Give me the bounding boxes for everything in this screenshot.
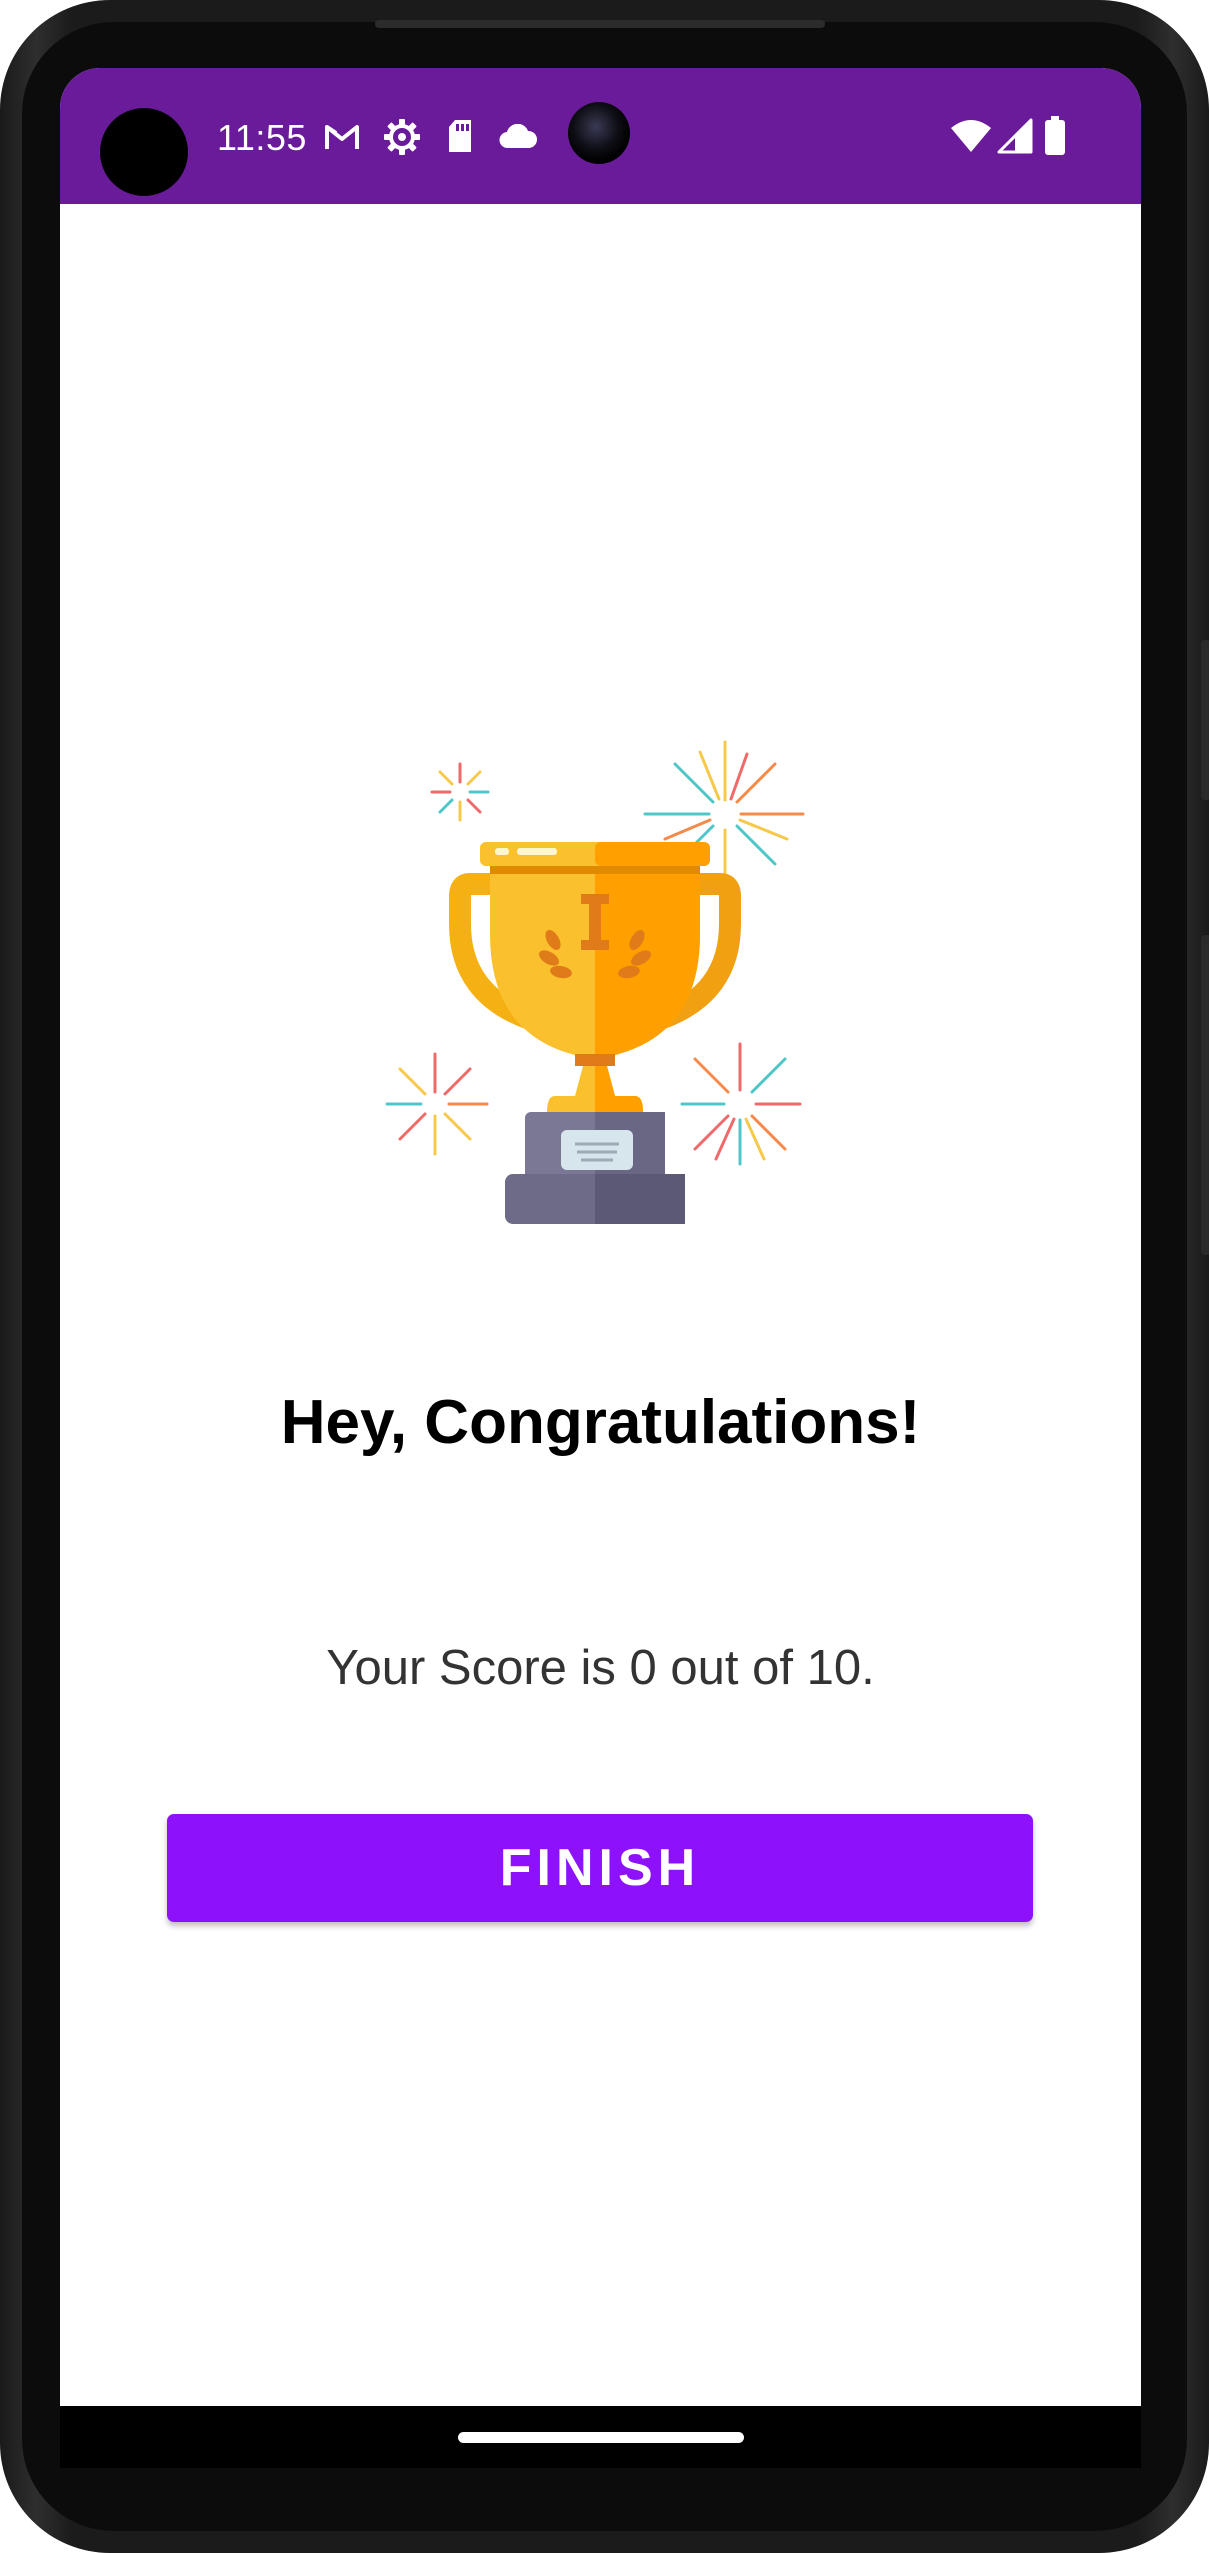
status-bar: 11:55 xyxy=(60,68,1141,204)
fireworks-bottom-left xyxy=(385,1052,489,1156)
fireworks-top-left xyxy=(430,762,490,822)
cloud-icon xyxy=(498,123,538,155)
front-camera xyxy=(568,102,630,164)
phone-speaker xyxy=(375,20,825,28)
trophy-image xyxy=(385,734,815,1239)
volume-button xyxy=(1201,935,1209,1255)
score-text: Your Score is 0 out of 10. xyxy=(326,1641,875,1695)
settings-icon xyxy=(383,118,421,161)
signal-icon xyxy=(997,118,1033,159)
congratulations-heading: Hey, Congratulations! xyxy=(280,1388,921,1457)
finish-button[interactable]: FINISH xyxy=(167,1814,1033,1922)
home-indicator[interactable] xyxy=(458,2432,744,2443)
gmail-icon xyxy=(324,122,360,157)
wifi-icon xyxy=(950,118,992,159)
camera-cutout xyxy=(100,108,188,196)
battery-icon xyxy=(1044,116,1066,161)
screen: 11:55 Hey, Congratulations! Your Score i… xyxy=(60,68,1141,2468)
sd-card-icon xyxy=(446,118,474,159)
status-time: 11:55 xyxy=(217,117,307,158)
fireworks-bottom-right xyxy=(680,1042,802,1166)
result-screen: Hey, Congratulations! Your Score is 0 ou… xyxy=(60,204,1141,2468)
navigation-bar xyxy=(60,2406,1141,2468)
power-button xyxy=(1201,640,1209,800)
